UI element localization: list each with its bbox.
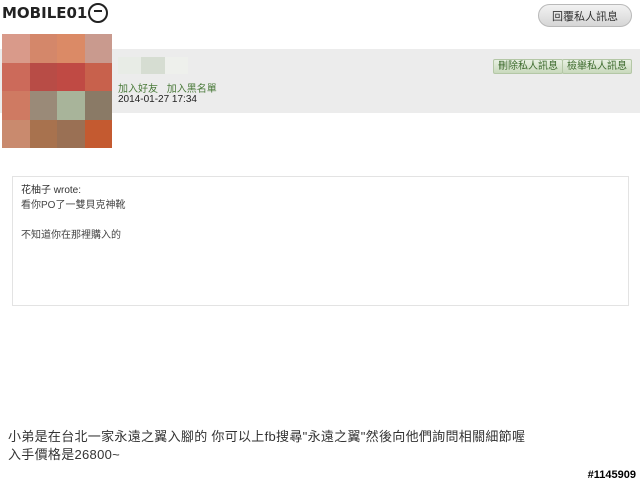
quote-line-1: 看你PO了一雙貝克神靴 [21,200,126,211]
reply-message-button[interactable]: 回覆私人訊息 [538,4,632,27]
logo-text: MOBILE01 [2,4,88,22]
avatar-pixel [57,119,85,148]
avatar-pixel [2,62,30,91]
logo-face-icon [88,3,109,23]
message-body-line-2: 入手價格是26800~ [8,447,121,462]
avatar-pixel [29,91,57,120]
avatar-pixel [29,119,57,148]
avatar-pixel [57,91,85,120]
report-message-button[interactable]: 檢舉私人訊息 [562,59,632,74]
avatar-pixel [84,91,112,120]
image-watermark: #1145909 [587,469,636,481]
name-blur-cell [164,57,188,74]
avatar[interactable] [2,34,112,148]
quote-spacer [21,213,620,228]
avatar-pixel [84,119,112,148]
avatar-pixel [29,62,57,91]
name-blur-cell [118,57,142,74]
avatar-pixel [57,34,85,63]
avatar-pixel [84,34,112,63]
avatar-pixel [84,62,112,91]
avatar-pixel [2,34,30,63]
avatar-pixel [2,91,30,120]
quote-author: 花柚子 wrote: [21,185,82,196]
message-date: 2014-01-27 17:34 [118,94,197,105]
delete-message-button[interactable]: 刪除私人訊息 [493,59,563,74]
quote-block: 花柚子 wrote: 看你PO了一雙貝克神靴 不知道你在那裡購入的 [12,176,629,306]
message-body-line-1: 小弟是在台北一家永遠之翼入腳的 你可以上fb搜尋"永遠之翼"然後向他們詢問相關細… [8,429,526,444]
message-body: 小弟是在台北一家永遠之翼入腳的 你可以上fb搜尋"永遠之翼"然後向他們詢問相關細… [8,428,525,464]
sender-name-blurred[interactable] [118,57,188,74]
site-logo[interactable]: MOBILE01 [2,2,109,24]
avatar-pixel [57,62,85,91]
user-links: 加入好友 加入黑名單 [118,80,223,95]
avatar-pixel [2,119,30,148]
quote-line-2: 不知道你在那裡購入的 [21,230,121,241]
name-blur-cell [141,57,165,74]
avatar-pixel [29,34,57,63]
